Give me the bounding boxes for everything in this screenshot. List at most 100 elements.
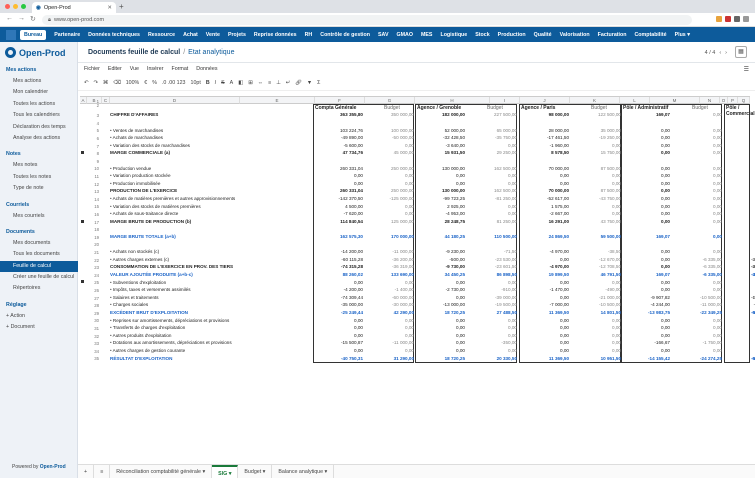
budget-value[interactable]: 0,00 — [467, 318, 517, 323]
budget-value[interactable]: 0,00 — [750, 219, 755, 224]
actual-value[interactable]: 0,00 — [521, 295, 569, 300]
budget-value[interactable]: 0,00 — [571, 333, 621, 338]
actual-value[interactable]: 0,00 — [623, 128, 670, 133]
budget-value[interactable]: 0,00 — [750, 173, 755, 178]
actual-value[interactable]: 0,00 — [623, 287, 670, 292]
row-number[interactable]: 11 — [87, 174, 99, 179]
extension-icon[interactable] — [725, 16, 731, 22]
row-number[interactable]: 5 — [87, 128, 99, 133]
close-window-dot[interactable] — [5, 4, 10, 9]
budget-value[interactable]: 0,00 — [571, 181, 621, 186]
actual-value[interactable]: 0,00 — [521, 181, 569, 186]
budget-value[interactable]: 0,00 — [467, 173, 517, 178]
actual-value[interactable]: 0,00 — [521, 318, 569, 323]
actual-value[interactable]: -4 200,00 — [315, 287, 363, 292]
actual-value[interactable]: 24 869,50 — [521, 234, 569, 239]
budget-value[interactable]: 0,00 — [672, 128, 722, 133]
budget-value[interactable]: 125 000,00 — [364, 219, 414, 224]
actual-value[interactable]: 182 000,00 — [417, 112, 465, 117]
budget-value[interactable]: 0,00 — [571, 143, 621, 148]
row-number[interactable]: 20 — [87, 242, 99, 247]
nav-item[interactable]: Achat — [179, 32, 202, 38]
actual-value[interactable]: -13 000,00 — [417, 302, 465, 307]
column-header[interactable]: Q — [738, 97, 750, 104]
row-number[interactable]: 27 — [87, 296, 99, 301]
actual-value[interactable]: 0,00 — [623, 173, 670, 178]
actual-value[interactable]: 18 720,25 — [417, 356, 465, 361]
budget-value[interactable]: 0,00 — [672, 204, 722, 209]
next-page-icon[interactable]: › — [725, 50, 727, 56]
sidebar-item[interactable]: Mon calendrier — [0, 87, 78, 98]
column-header[interactable]: F — [315, 97, 365, 104]
actual-value[interactable]: 70 000,00 — [521, 166, 569, 171]
sheet-tab[interactable]: Budget ▾ — [238, 464, 273, 478]
menu-item[interactable]: Insérer — [147, 66, 164, 72]
budget-value[interactable]: 43 750,00 — [571, 219, 621, 224]
budget-value[interactable]: -350,00 — [467, 340, 517, 345]
actual-value[interactable]: 28 248,75 — [417, 219, 465, 224]
budget-value[interactable]: 0,00 — [672, 234, 722, 239]
prev-page-icon[interactable]: ‹ — [719, 50, 721, 56]
nav-item[interactable]: Vente — [202, 32, 224, 38]
budget-value[interactable]: 65 000,00 — [467, 128, 517, 133]
budget-value[interactable]: 0,00 — [750, 348, 755, 353]
sidebar-expandable[interactable]: + Action — [0, 311, 78, 322]
nav-item[interactable]: Qualité — [530, 32, 556, 38]
wrap-icon[interactable]: ↵ — [286, 80, 290, 86]
actual-value[interactable]: 0,00 — [623, 318, 670, 323]
budget-value[interactable]: -15 000,00 — [750, 295, 755, 300]
budget-value[interactable]: -21 000,00 — [571, 295, 621, 300]
row-number[interactable]: 17 — [87, 220, 99, 225]
actual-value[interactable]: 169,07 — [623, 234, 670, 239]
budget-value[interactable]: 45 000,00 — [364, 150, 414, 155]
actual-value[interactable]: 0,00 — [623, 211, 670, 216]
budget-value[interactable]: -22 349,25 — [672, 310, 722, 315]
nav-item[interactable]: Comptabilité — [630, 32, 670, 38]
menu-item[interactable]: Données — [196, 66, 217, 72]
budget-value[interactable]: 0,00 — [571, 348, 621, 353]
actual-value[interactable]: -9 230,00 — [417, 249, 465, 254]
actual-value[interactable]: 0,00 — [623, 325, 670, 330]
actual-value[interactable]: 169,07 — [623, 112, 670, 117]
group-toggle-icon[interactable] — [81, 219, 84, 223]
budget-value[interactable]: 122 500,00 — [571, 112, 621, 117]
actual-value[interactable]: -74 309,44 — [315, 295, 363, 300]
budget-value[interactable]: 0,00 — [672, 249, 722, 254]
row-number[interactable]: 8 — [87, 151, 99, 156]
row-number[interactable]: 13 — [87, 189, 99, 194]
budget-value[interactable]: 42 290,00 — [364, 310, 414, 315]
budget-value[interactable]: 0,00 — [467, 143, 517, 148]
actual-value[interactable]: 0,00 — [623, 143, 670, 148]
budget-value[interactable]: -10 500,00 — [571, 302, 621, 307]
budget-value[interactable]: 0,00 — [571, 340, 621, 345]
forward-icon[interactable]: → — [18, 15, 25, 23]
align-icon[interactable]: ≡ — [268, 80, 271, 86]
budget-value[interactable]: 0,00 — [672, 150, 722, 155]
column-header[interactable]: N — [700, 97, 720, 104]
breadcrumb-root[interactable]: Documents feuille de calcul — [88, 49, 180, 56]
budget-value[interactable]: -23 601,50 — [467, 264, 517, 269]
budget-value[interactable]: 0,00 — [750, 196, 755, 201]
sidebar-item[interactable]: Mes actions — [0, 76, 78, 87]
row-number[interactable]: 15 — [87, 204, 99, 209]
budget-value[interactable]: 59 500,00 — [571, 234, 621, 239]
column-header[interactable]: H — [415, 97, 490, 104]
row-number[interactable]: 9 — [87, 159, 99, 164]
budget-value[interactable]: 46 791,50 — [571, 272, 621, 277]
budget-value[interactable]: -19 500,00 — [467, 302, 517, 307]
new-tab-icon[interactable]: + — [119, 2, 124, 11]
text-color-icon[interactable]: A — [230, 80, 234, 86]
actual-value[interactable]: 103 224,76 — [315, 128, 363, 133]
sidebar-expandable[interactable]: + Document — [0, 322, 78, 333]
budget-value[interactable]: 0,00 — [467, 204, 517, 209]
actual-value[interactable]: -4 244,00 — [623, 302, 670, 307]
actual-value[interactable]: -4 970,00 — [521, 249, 569, 254]
budget-value[interactable]: 350 000,00 — [364, 112, 414, 117]
budget-value[interactable]: 0,00 — [364, 280, 414, 285]
budget-value[interactable]: 0,00 — [571, 325, 621, 330]
row-number[interactable]: 22 — [87, 258, 99, 263]
actual-value[interactable]: 169,07 — [623, 272, 670, 277]
currency-icon[interactable]: € — [144, 80, 147, 86]
actual-value[interactable]: -7 620,00 — [315, 211, 363, 216]
column-header[interactable]: A — [80, 97, 87, 104]
